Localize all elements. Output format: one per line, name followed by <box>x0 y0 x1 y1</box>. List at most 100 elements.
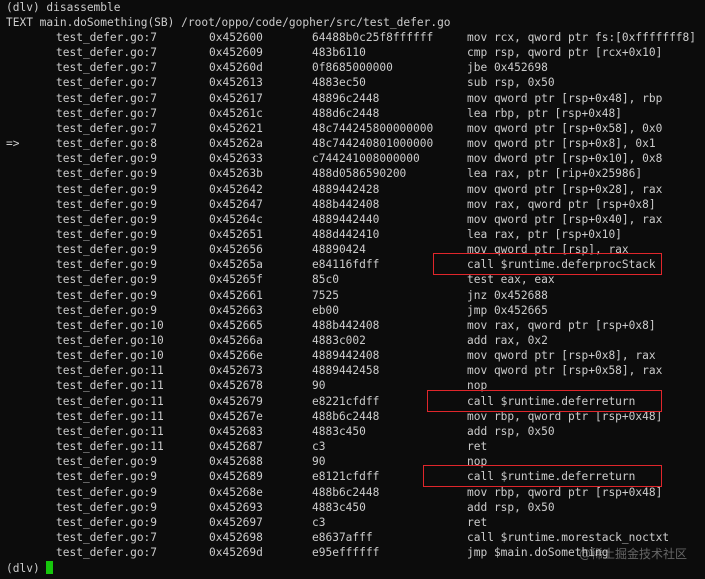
disassembly-header: TEXT main.doSomething(SB) /root/oppo/cod… <box>6 16 451 29</box>
source-location: test_defer.go:11 <box>56 364 164 378</box>
machine-code-bytes: 4883c450 <box>312 500 366 514</box>
disassembly-row: test_defer.go:11 0x452687 c3 ret <box>0 439 705 454</box>
assembly-instruction: add rsp, 0x50 <box>467 424 555 438</box>
instruction-address: 0x45269d <box>209 546 263 560</box>
instruction-address: 0x45263b <box>209 167 263 181</box>
terminal-window[interactable]: (dlv) disassemble TEXT main.doSomething(… <box>0 0 705 579</box>
instruction-address: 0x452665 <box>209 318 263 332</box>
watermark: @稀土掘金技术社区 <box>578 547 687 561</box>
machine-code-bytes: 488b6c2448 <box>312 485 380 499</box>
source-location: test_defer.go:9 <box>56 243 158 257</box>
disassembly-row: test_defer.go:9 0x45263b 488d0586590200 lea… <box>0 166 705 181</box>
assembly-instruction: call $runtime.morestack_noctxt <box>467 530 670 544</box>
assembly-instruction: cmp rsp, qword ptr [rcx+0x10] <box>467 46 663 60</box>
disassembly-row: test_defer.go:7 0x452617 48896c2448 mov qwo… <box>0 91 705 106</box>
disassembly-row: test_defer.go:9 0x452663 eb00 jmp 0x452665 <box>0 303 705 318</box>
disassembly-row: test_defer.go:11 0x452683 4883c450 add rsp,… <box>0 424 705 439</box>
disassembly-row: test_defer.go:10 0x452665 488b442408 mov ra… <box>0 318 705 333</box>
text-cursor <box>46 561 54 574</box>
highlight-box <box>423 465 662 488</box>
assembly-instruction: mov qword ptr [rsp+0x8], 0x1 <box>467 137 656 151</box>
disassembly-row: test_defer.go:11 0x452673 4889442458 mov qw… <box>0 363 705 378</box>
source-location: test_defer.go:11 <box>56 379 164 393</box>
instruction-address: 0x452689 <box>209 470 263 484</box>
instruction-address: 0x452600 <box>209 31 263 44</box>
disassembly-row: test_defer.go:10 0x45266a 4883c002 add rax,… <box>0 333 705 348</box>
instruction-address: 0x45265f <box>209 273 263 287</box>
command-line: (dlv) disassemble <box>6 1 121 14</box>
machine-code-bytes: c744241008000000 <box>312 152 420 166</box>
highlight-box <box>427 389 662 412</box>
assembly-instruction: lea rax, ptr [rip+0x25986] <box>467 167 643 181</box>
disassembly-row: test_defer.go:9 0x452642 4889442428 mov qwo… <box>0 182 705 197</box>
machine-code-bytes: 90 <box>312 455 326 469</box>
source-location: test_defer.go:7 <box>56 31 158 44</box>
disassembly-row: test_defer.go:7 0x45261c 488d6c2448 lea rbp… <box>0 106 705 121</box>
assembly-instruction: lea rbp, ptr [rsp+0x48] <box>467 106 622 120</box>
disassembly-row: test_defer.go:7 0x452621 48c74424580000000… <box>0 121 705 136</box>
disassembly-row: test_defer.go:9 0x452651 488d442410 lea rax… <box>0 227 705 242</box>
assembly-instruction: mov dword ptr [rsp+0x10], 0x8 <box>467 152 663 166</box>
instruction-address: 0x45264c <box>209 212 263 226</box>
instruction-address: 0x452609 <box>209 46 263 60</box>
assembly-instruction: jbe 0x452698 <box>467 61 548 75</box>
machine-code-bytes: 488d0586590200 <box>312 167 407 181</box>
instruction-address: 0x452698 <box>209 530 263 544</box>
source-location: test_defer.go:7 <box>56 530 158 544</box>
instruction-address: 0x452617 <box>209 91 263 105</box>
instruction-address: 0x452642 <box>209 182 263 196</box>
machine-code-bytes: 48c744245800000000 <box>312 121 434 135</box>
assembly-instruction: sub rsp, 0x50 <box>467 76 555 90</box>
disassembly-row: test_defer.go:9 0x452647 488b442408 mov rax… <box>0 197 705 212</box>
assembly-instruction: mov qword ptr [rsp+0x40], rax <box>467 212 663 226</box>
instruction-address: 0x45261c <box>209 106 263 120</box>
assembly-instruction: mov qword ptr [rsp+0x8], rax <box>467 349 656 363</box>
instruction-address: 0x452663 <box>209 303 263 317</box>
machine-code-bytes: 4889442458 <box>312 364 380 378</box>
source-location: test_defer.go:11 <box>56 440 164 454</box>
source-location: test_defer.go:7 <box>56 76 158 90</box>
machine-code-bytes: e8637afff <box>312 530 373 544</box>
instruction-address: 0x452683 <box>209 424 263 438</box>
machine-code-bytes: 90 <box>312 379 326 393</box>
source-location: test_defer.go:7 <box>56 106 158 120</box>
source-location: test_defer.go:10 <box>56 349 164 363</box>
machine-code-bytes: 488d442410 <box>312 227 380 241</box>
source-location: test_defer.go:9 <box>56 470 158 484</box>
source-location: test_defer.go:7 <box>56 61 158 75</box>
machine-code-bytes: c3 <box>312 440 326 454</box>
source-location: test_defer.go:9 <box>56 500 158 514</box>
instruction-address: 0x452688 <box>209 455 263 469</box>
instruction-address: 0x452656 <box>209 243 263 257</box>
source-location: test_defer.go:9 <box>56 182 158 196</box>
disassembly-row: test_defer.go:9 0x452693 4883c450 add rsp, … <box>0 500 705 515</box>
source-location: test_defer.go:9 <box>56 455 158 469</box>
source-location: test_defer.go:7 <box>56 546 158 560</box>
machine-code-bytes: 4889442440 <box>312 212 380 226</box>
source-location: test_defer.go:10 <box>56 318 164 332</box>
source-location: test_defer.go:9 <box>56 273 158 287</box>
assembly-instruction: mov rcx, qword ptr fs:[0xfffffff8] <box>467 31 697 44</box>
machine-code-bytes: 48c744240801000000 <box>312 137 434 151</box>
machine-code-bytes: 4883ec50 <box>312 76 366 90</box>
machine-code-bytes: e8121cfdff <box>312 470 380 484</box>
instruction-address: 0x452621 <box>209 121 263 135</box>
instruction-address: 0x45265a <box>209 258 263 272</box>
machine-code-bytes: 488b6c2448 <box>312 409 380 423</box>
source-location: test_defer.go:9 <box>56 258 158 272</box>
disassembly-row: test_defer.go:7 0x452698 e8637afff call $ru… <box>0 530 705 545</box>
assembly-instruction: mov qword ptr [rsp+0x58], rax <box>467 364 663 378</box>
source-location: test_defer.go:7 <box>56 46 158 60</box>
prompt-label: (dlv) <box>6 562 40 575</box>
assembly-instruction: add rsp, 0x50 <box>467 500 555 514</box>
assembly-instruction: jmp 0x452665 <box>467 303 548 317</box>
instruction-address: 0x452651 <box>209 227 263 241</box>
assembly-instruction: mov rax, qword ptr [rsp+0x8] <box>467 197 656 211</box>
machine-code-bytes: 64488b0c25f8ffffff <box>312 31 434 44</box>
prompt-line[interactable]: (dlv) <box>6 561 54 576</box>
disassembly-row: test_defer.go:9 0x45264c 4889442440 mov qwo… <box>0 212 705 227</box>
instruction-address: 0x45262a <box>209 137 263 151</box>
source-location: test_defer.go:11 <box>56 394 164 408</box>
source-location: test_defer.go:8 <box>56 137 158 151</box>
disassembly-row: test_defer.go:9 0x452697 c3 ret <box>0 515 705 530</box>
